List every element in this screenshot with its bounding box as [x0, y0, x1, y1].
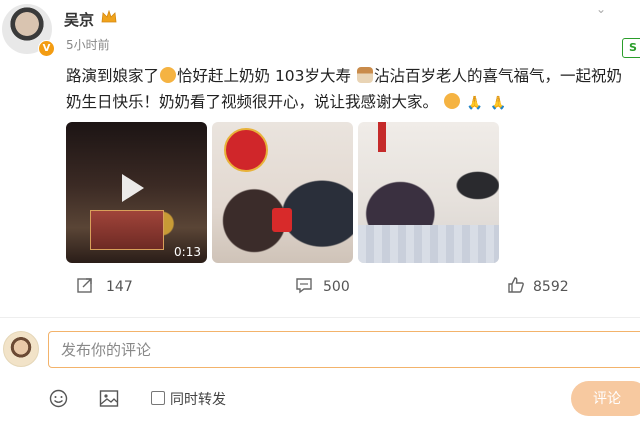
share-arrow-icon — [77, 278, 92, 293]
comment-bubble-icon — [296, 278, 312, 294]
post-timestamp[interactable]: 5小时前 — [66, 36, 110, 53]
image-upload-button[interactable] — [99, 389, 119, 412]
divider — [0, 317, 640, 318]
verified-badge-icon: V — [38, 40, 55, 57]
thumbs-up-icon — [508, 277, 524, 293]
like-count[interactable]: 8592 — [533, 279, 569, 295]
comment-count[interactable]: 500 — [323, 279, 350, 295]
picture-icon — [99, 390, 119, 407]
lantern-decoration — [224, 128, 268, 172]
post-text-segment-1: 路演到娘家了 — [66, 67, 160, 85]
video-duration: 0:13 — [174, 245, 201, 259]
repost-button[interactable] — [76, 276, 94, 298]
comment-button[interactable] — [295, 276, 313, 298]
cake-emoji-icon — [356, 67, 373, 83]
video-poster-board — [90, 210, 164, 250]
current-user-avatar — [3, 331, 39, 367]
smiley-icon — [49, 389, 68, 408]
follow-tag-icon[interactable]: S — [622, 38, 640, 58]
crown-icon — [101, 10, 117, 23]
play-icon[interactable] — [122, 174, 144, 202]
smile-emoji-icon — [443, 93, 460, 109]
post-text: 路演到娘家了 恰好赶上奶奶 103岁大寿 沾沾百岁老人的喜气福气，一起祝奶奶生日快… — [66, 63, 626, 117]
video-thumbnail[interactable]: 0:13 — [66, 122, 207, 263]
repost-checkbox[interactable] — [151, 391, 165, 405]
author-name[interactable]: 吴京 — [64, 9, 94, 30]
red-envelope — [272, 208, 292, 232]
like-button[interactable] — [507, 276, 525, 298]
red-decoration — [378, 122, 386, 152]
comment-input[interactable] — [48, 331, 640, 368]
pray-emoji-icon-2: 🙏 — [490, 96, 507, 111]
post-text-segment-2: 恰好赶上奶奶 103岁大寿 — [177, 67, 352, 85]
more-menu-chevron-icon[interactable]: ⌄ — [596, 2, 606, 16]
submit-comment-button[interactable]: 评论 — [571, 381, 640, 416]
grin-emoji-icon — [160, 67, 177, 83]
pray-emoji-icon: 🙏 — [466, 96, 484, 111]
photo-thumbnail-2[interactable] — [358, 122, 499, 263]
emoji-button[interactable] — [49, 389, 68, 412]
blanket — [358, 225, 499, 263]
repost-count[interactable]: 147 — [106, 279, 133, 295]
photo-thumbnail-1[interactable] — [212, 122, 353, 263]
repost-checkbox-label[interactable]: 同时转发 — [170, 389, 226, 409]
